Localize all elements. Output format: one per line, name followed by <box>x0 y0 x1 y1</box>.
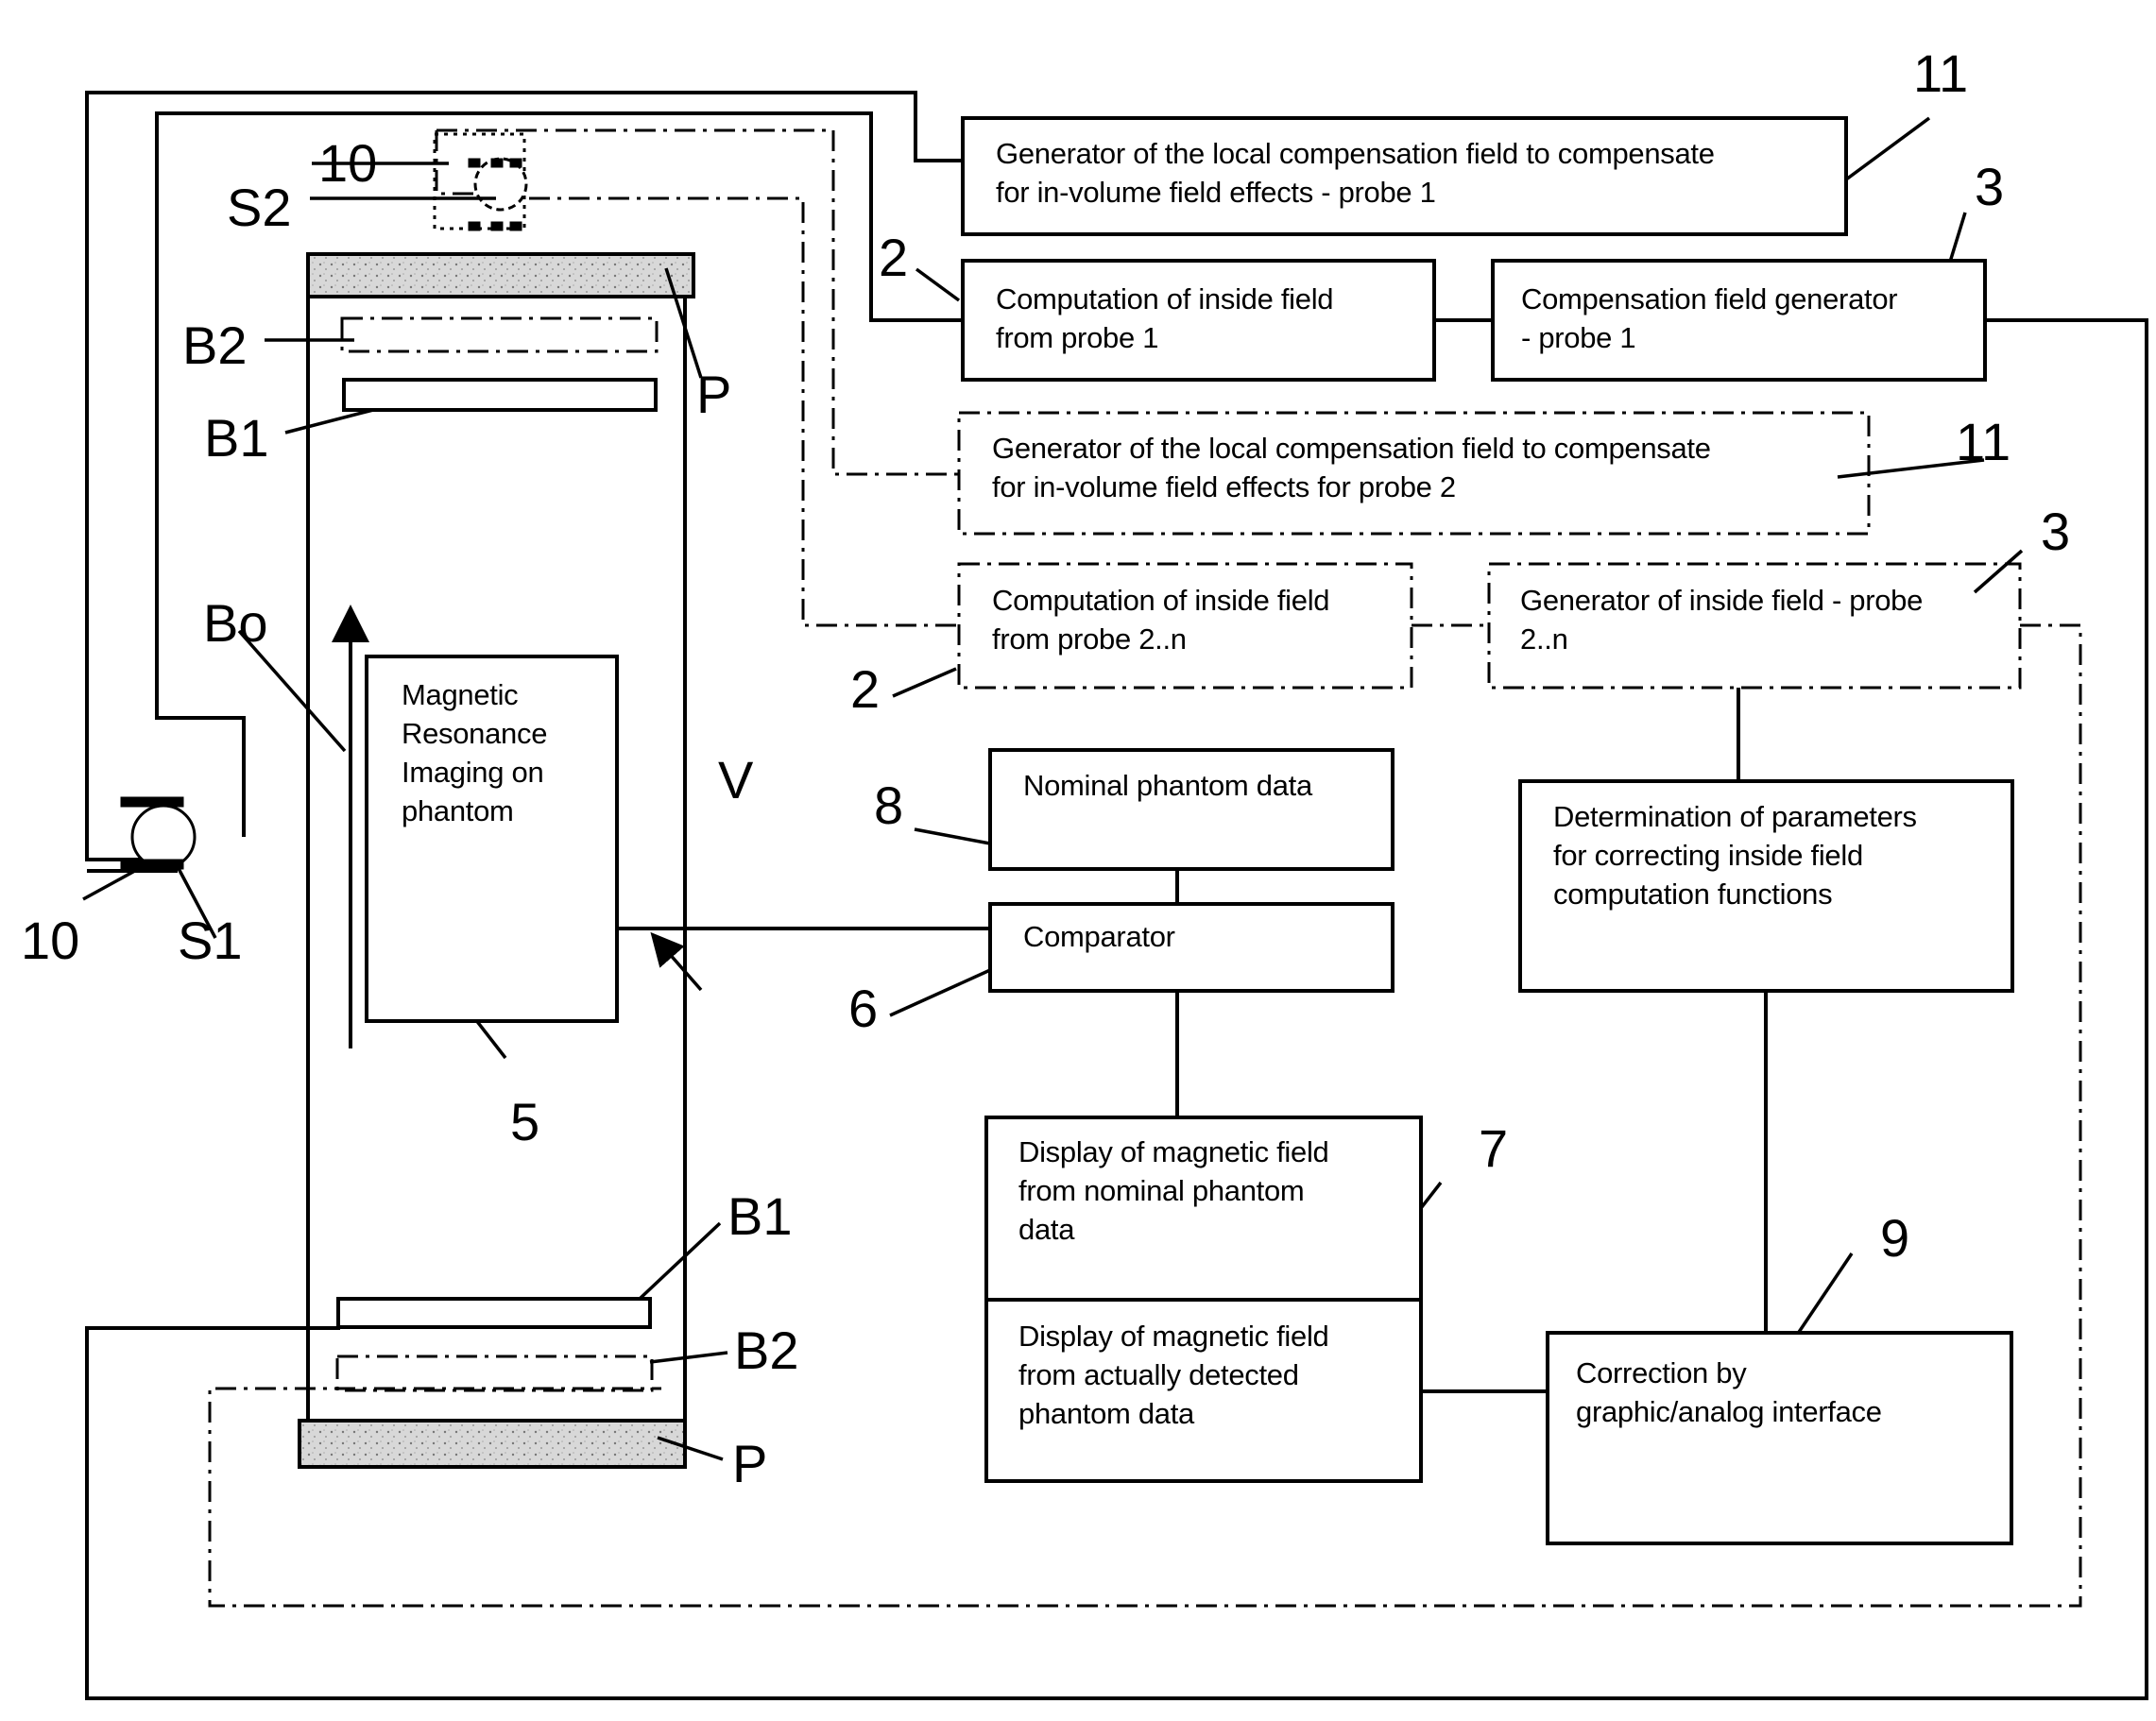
ref-label-8: 8 <box>874 775 904 835</box>
ref-label-10: 10 <box>21 911 80 970</box>
box-computation-probe2n: Computation of inside field from probe 2… <box>959 564 1412 688</box>
ref-label-11: 11 <box>1956 412 2011 471</box>
box-computation-probe1: Computation of inside field from probe 1 <box>961 259 1436 382</box>
box-label: Determination of parameters for correcti… <box>1553 800 1917 911</box>
box-display-detected: Display of magnetic field from actually … <box>984 1298 1423 1483</box>
coil-b1-bottom <box>336 1297 652 1329</box>
ref-label-b1: B1 <box>727 1186 793 1246</box>
ref-label-6: 6 <box>848 979 879 1038</box>
ref-label-p: P <box>732 1434 768 1493</box>
ref-label-9: 9 <box>1880 1208 1910 1268</box>
ref-label-p: P <box>696 365 732 424</box>
box-nominal-phantom: Nominal phantom data <box>988 748 1395 871</box>
box-correction: Correction by graphic/analog interface <box>1546 1331 2013 1545</box>
ref-label-5: 5 <box>510 1092 540 1151</box>
coil-b2-top <box>340 316 659 353</box>
ref-label-bo: Bo <box>203 593 268 653</box>
ref-label-s2: S2 <box>227 178 292 237</box>
ref-label-7: 7 <box>1479 1118 1509 1178</box>
box-gen-local-comp-probe1: Generator of the local compensation fiel… <box>961 116 1848 236</box>
phantom-top <box>306 252 695 298</box>
box-label: Display of magnetic field from nominal p… <box>1018 1135 1329 1246</box>
box-label: Nominal phantom data <box>1023 769 1312 802</box>
phantom-bottom <box>298 1419 687 1469</box>
box-comparator: Comparator <box>988 902 1395 993</box>
box-comp-field-gen-probe1: Compensation field generator - probe 1 <box>1491 259 1987 382</box>
ref-label-11: 11 <box>1913 43 1969 103</box>
box-label: Magnetic Resonance Imaging on phantom <box>402 678 548 827</box>
ref-label-s1: S1 <box>178 911 243 970</box>
probe-s2 <box>468 157 528 231</box>
box-gen-local-comp-probe2: Generator of the local compensation fiel… <box>959 413 1869 534</box>
box-label: Generator of inside field - probe 2..n <box>1520 584 1924 656</box>
coil-b1-top <box>342 378 658 412</box>
coil-b2-bottom <box>335 1355 654 1392</box>
ref-label-2: 2 <box>879 228 909 287</box>
ref-label-b2: B2 <box>182 315 248 375</box>
ref-label-b2: B2 <box>734 1321 799 1380</box>
ref-label-v: V <box>718 750 754 809</box>
ref-label-10: 10 <box>318 133 378 193</box>
ref-label-2: 2 <box>850 659 881 719</box>
box-label: Comparator <box>1023 920 1175 953</box>
ref-label-3: 3 <box>1975 157 2005 216</box>
box-label: Computation of inside field from probe 1 <box>996 282 1334 354</box>
box-mri-on-phantom: Magnetic Resonance Imaging on phantom <box>365 655 619 1023</box>
box-display-nominal: Display of magnetic field from nominal p… <box>984 1116 1423 1302</box>
box-gen-inside-probe2n: Generator of inside field - probe 2..n <box>1489 564 2020 688</box>
box-label: Compensation field generator - probe 1 <box>1521 282 1898 354</box>
box-label: Generator of the local compensation fiel… <box>996 137 1715 209</box>
ref-label-b1: B1 <box>204 408 269 468</box>
box-label: Computation of inside field from probe 2… <box>992 584 1330 656</box>
ref-label-3: 3 <box>2041 502 2071 561</box>
box-determination: Determination of parameters for correcti… <box>1518 779 2014 993</box>
box-label: Correction by graphic/analog interface <box>1576 1356 1882 1428</box>
box-label: Generator of the local compensation fiel… <box>992 432 1711 503</box>
box-label: Display of magnetic field from actually … <box>1018 1320 1329 1430</box>
